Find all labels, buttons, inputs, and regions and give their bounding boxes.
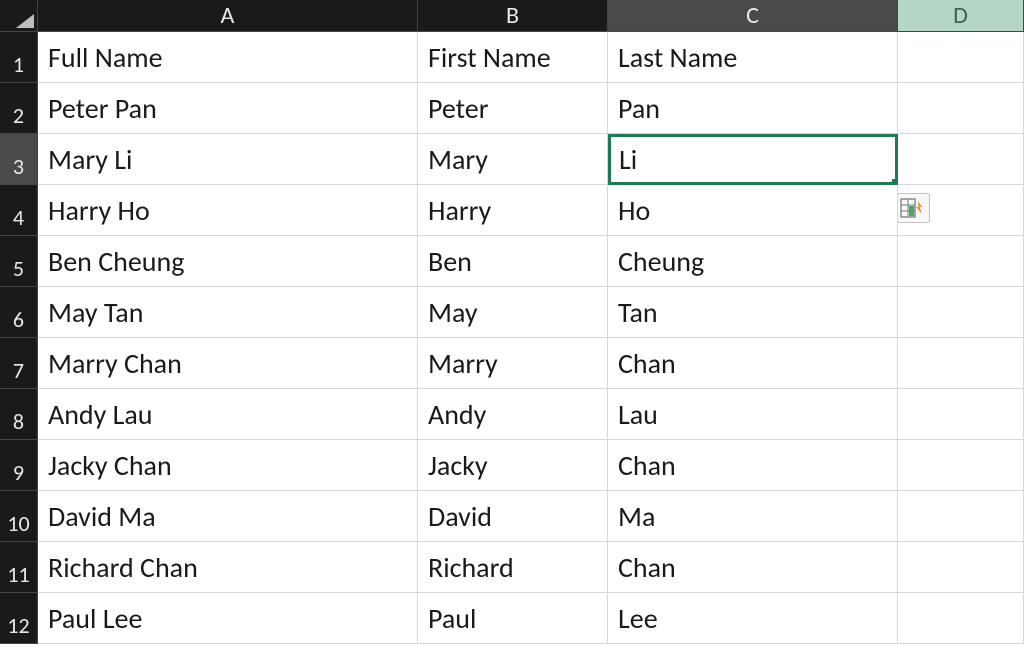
cell-a2[interactable]: Peter Pan (38, 83, 418, 134)
column-header-d[interactable]: D (898, 0, 1024, 32)
cell-a1[interactable]: Full Name (38, 32, 418, 83)
cell-a8[interactable]: Andy Lau (38, 389, 418, 440)
cell-b4[interactable]: Harry (418, 185, 608, 236)
cell-a9[interactable]: Jacky Chan (38, 440, 418, 491)
row-header-12[interactable]: 12 (0, 593, 38, 644)
column-header-a[interactable]: A (38, 0, 418, 32)
cell-d6[interactable] (898, 287, 1024, 338)
row-header-11[interactable]: 11 (0, 542, 38, 593)
cell-c6[interactable]: Tan (608, 287, 898, 338)
column-header-b[interactable]: B (418, 0, 608, 32)
cell-b3[interactable]: Mary (418, 134, 608, 185)
cell-c5[interactable]: Cheung (608, 236, 898, 287)
row-header-9[interactable]: 9 (0, 440, 38, 491)
cell-c9[interactable]: Chan (608, 440, 898, 491)
cell-d7[interactable] (898, 338, 1024, 389)
cell-b8[interactable]: Andy (418, 389, 608, 440)
cell-c2[interactable]: Pan (608, 83, 898, 134)
cell-d10[interactable] (898, 491, 1024, 542)
row-header-4[interactable]: 4 (0, 185, 38, 236)
cell-d9[interactable] (898, 440, 1024, 491)
cell-value: Li (619, 142, 637, 177)
cell-d3[interactable] (898, 134, 1024, 185)
cell-b7[interactable]: Marry (418, 338, 608, 389)
cell-b1[interactable]: First Name (418, 32, 608, 83)
row-header-7[interactable]: 7 (0, 338, 38, 389)
cell-b2[interactable]: Peter (418, 83, 608, 134)
flash-fill-options-button[interactable] (898, 193, 930, 223)
cell-a6[interactable]: May Tan (38, 287, 418, 338)
cell-a5[interactable]: Ben Cheung (38, 236, 418, 287)
cell-c12[interactable]: Lee (608, 593, 898, 644)
cell-a3[interactable]: Mary Li (38, 134, 418, 185)
cell-a11[interactable]: Richard Chan (38, 542, 418, 593)
row-header-10[interactable]: 10 (0, 491, 38, 542)
cell-d1[interactable] (898, 32, 1024, 83)
cell-a10[interactable]: David Ma (38, 491, 418, 542)
cell-d2[interactable] (898, 83, 1024, 134)
fill-handle[interactable] (891, 178, 898, 185)
cell-c8[interactable]: Lau (608, 389, 898, 440)
cell-b12[interactable]: Paul (418, 593, 608, 644)
row-header-2[interactable]: 2 (0, 83, 38, 134)
row-header-1[interactable]: 1 (0, 32, 38, 83)
row-header-5[interactable]: 5 (0, 236, 38, 287)
cell-b5[interactable]: Ben (418, 236, 608, 287)
cell-b9[interactable]: Jacky (418, 440, 608, 491)
flash-fill-icon (900, 197, 926, 219)
cell-b11[interactable]: Richard (418, 542, 608, 593)
cell-d12[interactable] (898, 593, 1024, 644)
cell-d8[interactable] (898, 389, 1024, 440)
cell-c10[interactable]: Ma (608, 491, 898, 542)
cell-c7[interactable]: Chan (608, 338, 898, 389)
cell-a12[interactable]: Paul Lee (38, 593, 418, 644)
row-header-8[interactable]: 8 (0, 389, 38, 440)
cell-b10[interactable]: David (418, 491, 608, 542)
select-all-corner[interactable] (0, 0, 38, 32)
row-header-3[interactable]: 3 (0, 134, 38, 185)
cell-b6[interactable]: May (418, 287, 608, 338)
cell-c1[interactable]: Last Name (608, 32, 898, 83)
column-header-c[interactable]: C (608, 0, 898, 32)
cell-a4[interactable]: Harry Ho (38, 185, 418, 236)
spreadsheet-grid: A B C D 1 Full Name First Name Last Name… (0, 0, 1024, 644)
cell-a7[interactable]: Marry Chan (38, 338, 418, 389)
cell-d11[interactable] (898, 542, 1024, 593)
cell-c11[interactable]: Chan (608, 542, 898, 593)
cell-d4[interactable] (898, 185, 1024, 236)
cell-c4[interactable]: Ho (608, 185, 898, 236)
cell-d5[interactable] (898, 236, 1024, 287)
cell-c3-active[interactable]: Li (608, 134, 898, 185)
row-header-6[interactable]: 6 (0, 287, 38, 338)
